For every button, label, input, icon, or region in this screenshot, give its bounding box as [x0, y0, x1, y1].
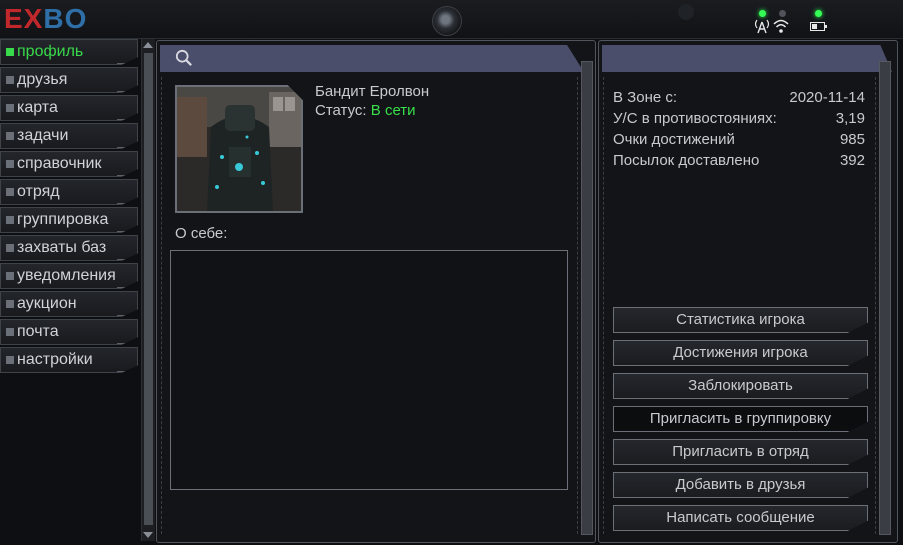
panel-border-line — [603, 77, 605, 534]
profile-panel: Бандит Еролвон Статус: В сети О себе: — [156, 40, 596, 543]
nav-item-reference[interactable]: справочник — [0, 151, 138, 177]
stat-value: 985 — [839, 131, 865, 148]
scroll-down-arrow-icon[interactable] — [143, 532, 153, 538]
stat-label: Очки достижений — [613, 131, 735, 148]
nav-item-auction[interactable]: аукцион — [0, 291, 138, 317]
signal-led — [759, 10, 766, 17]
send-message-button[interactable]: Написать сообщение — [613, 505, 868, 531]
stat-value: 3,19 — [835, 110, 865, 127]
search-icon[interactable] — [175, 49, 193, 67]
nav-item-map[interactable]: карта — [0, 95, 138, 121]
add-friend-button[interactable]: Добавить в друзья — [613, 472, 868, 498]
status-value: В сети — [370, 102, 416, 119]
scroll-thumb[interactable] — [144, 53, 153, 525]
stats-panel: В Зоне с: 2020-11-14 У/С в противостояни… — [598, 40, 898, 543]
wifi-icon — [773, 19, 789, 33]
exbo-logo: EXBO — [4, 3, 88, 34]
top-bar: EXBO — [0, 0, 903, 39]
battery-icon — [810, 22, 827, 31]
camera-lens-icon — [432, 6, 462, 36]
panel-border-line — [875, 77, 877, 534]
sidebar-nav: профиль друзья карта задачи справочник о… — [0, 39, 140, 375]
player-stats-button[interactable]: Статистика игрока — [613, 307, 868, 333]
nav-item-mail[interactable]: почта — [0, 319, 138, 345]
nav-item-squad[interactable]: отряд — [0, 179, 138, 205]
profile-panel-header — [160, 45, 584, 72]
stat-label: У/С в противостояниях: — [613, 110, 777, 127]
block-button[interactable]: Заблокировать — [613, 373, 868, 399]
stat-value: 2020-11-14 — [789, 89, 865, 106]
panel-border-line — [577, 77, 579, 534]
stat-row: У/С в противостояниях: 3,19 — [613, 108, 865, 129]
nav-item-profile[interactable]: профиль — [0, 39, 138, 65]
invite-to-squad-button[interactable]: Пригласить в отряд — [613, 439, 868, 465]
profile-panel-scrollbar[interactable] — [581, 61, 593, 535]
nav-item-friends[interactable]: друзья — [0, 67, 138, 93]
stat-label: В Зоне с: — [613, 89, 678, 106]
about-label: О себе: — [175, 225, 228, 242]
nav-item-settings[interactable]: настройки — [0, 347, 138, 373]
status-line: Статус: В сети — [315, 102, 416, 119]
sensor-dot — [678, 4, 694, 20]
nav-item-base-captures[interactable]: захваты баз — [0, 235, 138, 261]
nav-item-notifications[interactable]: уведомления — [0, 263, 138, 289]
nav-item-tasks[interactable]: задачи — [0, 123, 138, 149]
about-text-box — [170, 250, 568, 490]
nav-item-faction[interactable]: группировка — [0, 207, 138, 233]
invite-to-faction-button[interactable]: Пригласить в группировку — [613, 406, 868, 432]
stat-row: Очки достижений 985 — [613, 129, 865, 150]
wifi-led — [779, 10, 786, 17]
avatar — [175, 85, 303, 213]
stat-row: В Зоне с: 2020-11-14 — [613, 87, 865, 108]
sidebar-scrollbar[interactable] — [141, 39, 155, 541]
stat-row: Посылок доставлено 392 — [613, 150, 865, 171]
stats-list: В Зоне с: 2020-11-14 У/С в противостояни… — [613, 87, 865, 171]
antenna-icon — [754, 19, 770, 34]
player-name: Бандит Еролвон — [315, 83, 430, 100]
stat-value: 392 — [839, 152, 865, 169]
battery-led — [815, 10, 822, 17]
stats-panel-scrollbar[interactable] — [879, 61, 891, 535]
scroll-up-arrow-icon[interactable] — [143, 42, 153, 48]
avatar-image — [177, 87, 301, 211]
stats-panel-header — [602, 45, 892, 72]
player-achievements-button[interactable]: Достижения игрока — [613, 340, 868, 366]
panel-border-line — [161, 77, 163, 534]
stat-label: Посылок доставлено — [613, 152, 760, 169]
status-label: Статус: — [315, 102, 367, 119]
